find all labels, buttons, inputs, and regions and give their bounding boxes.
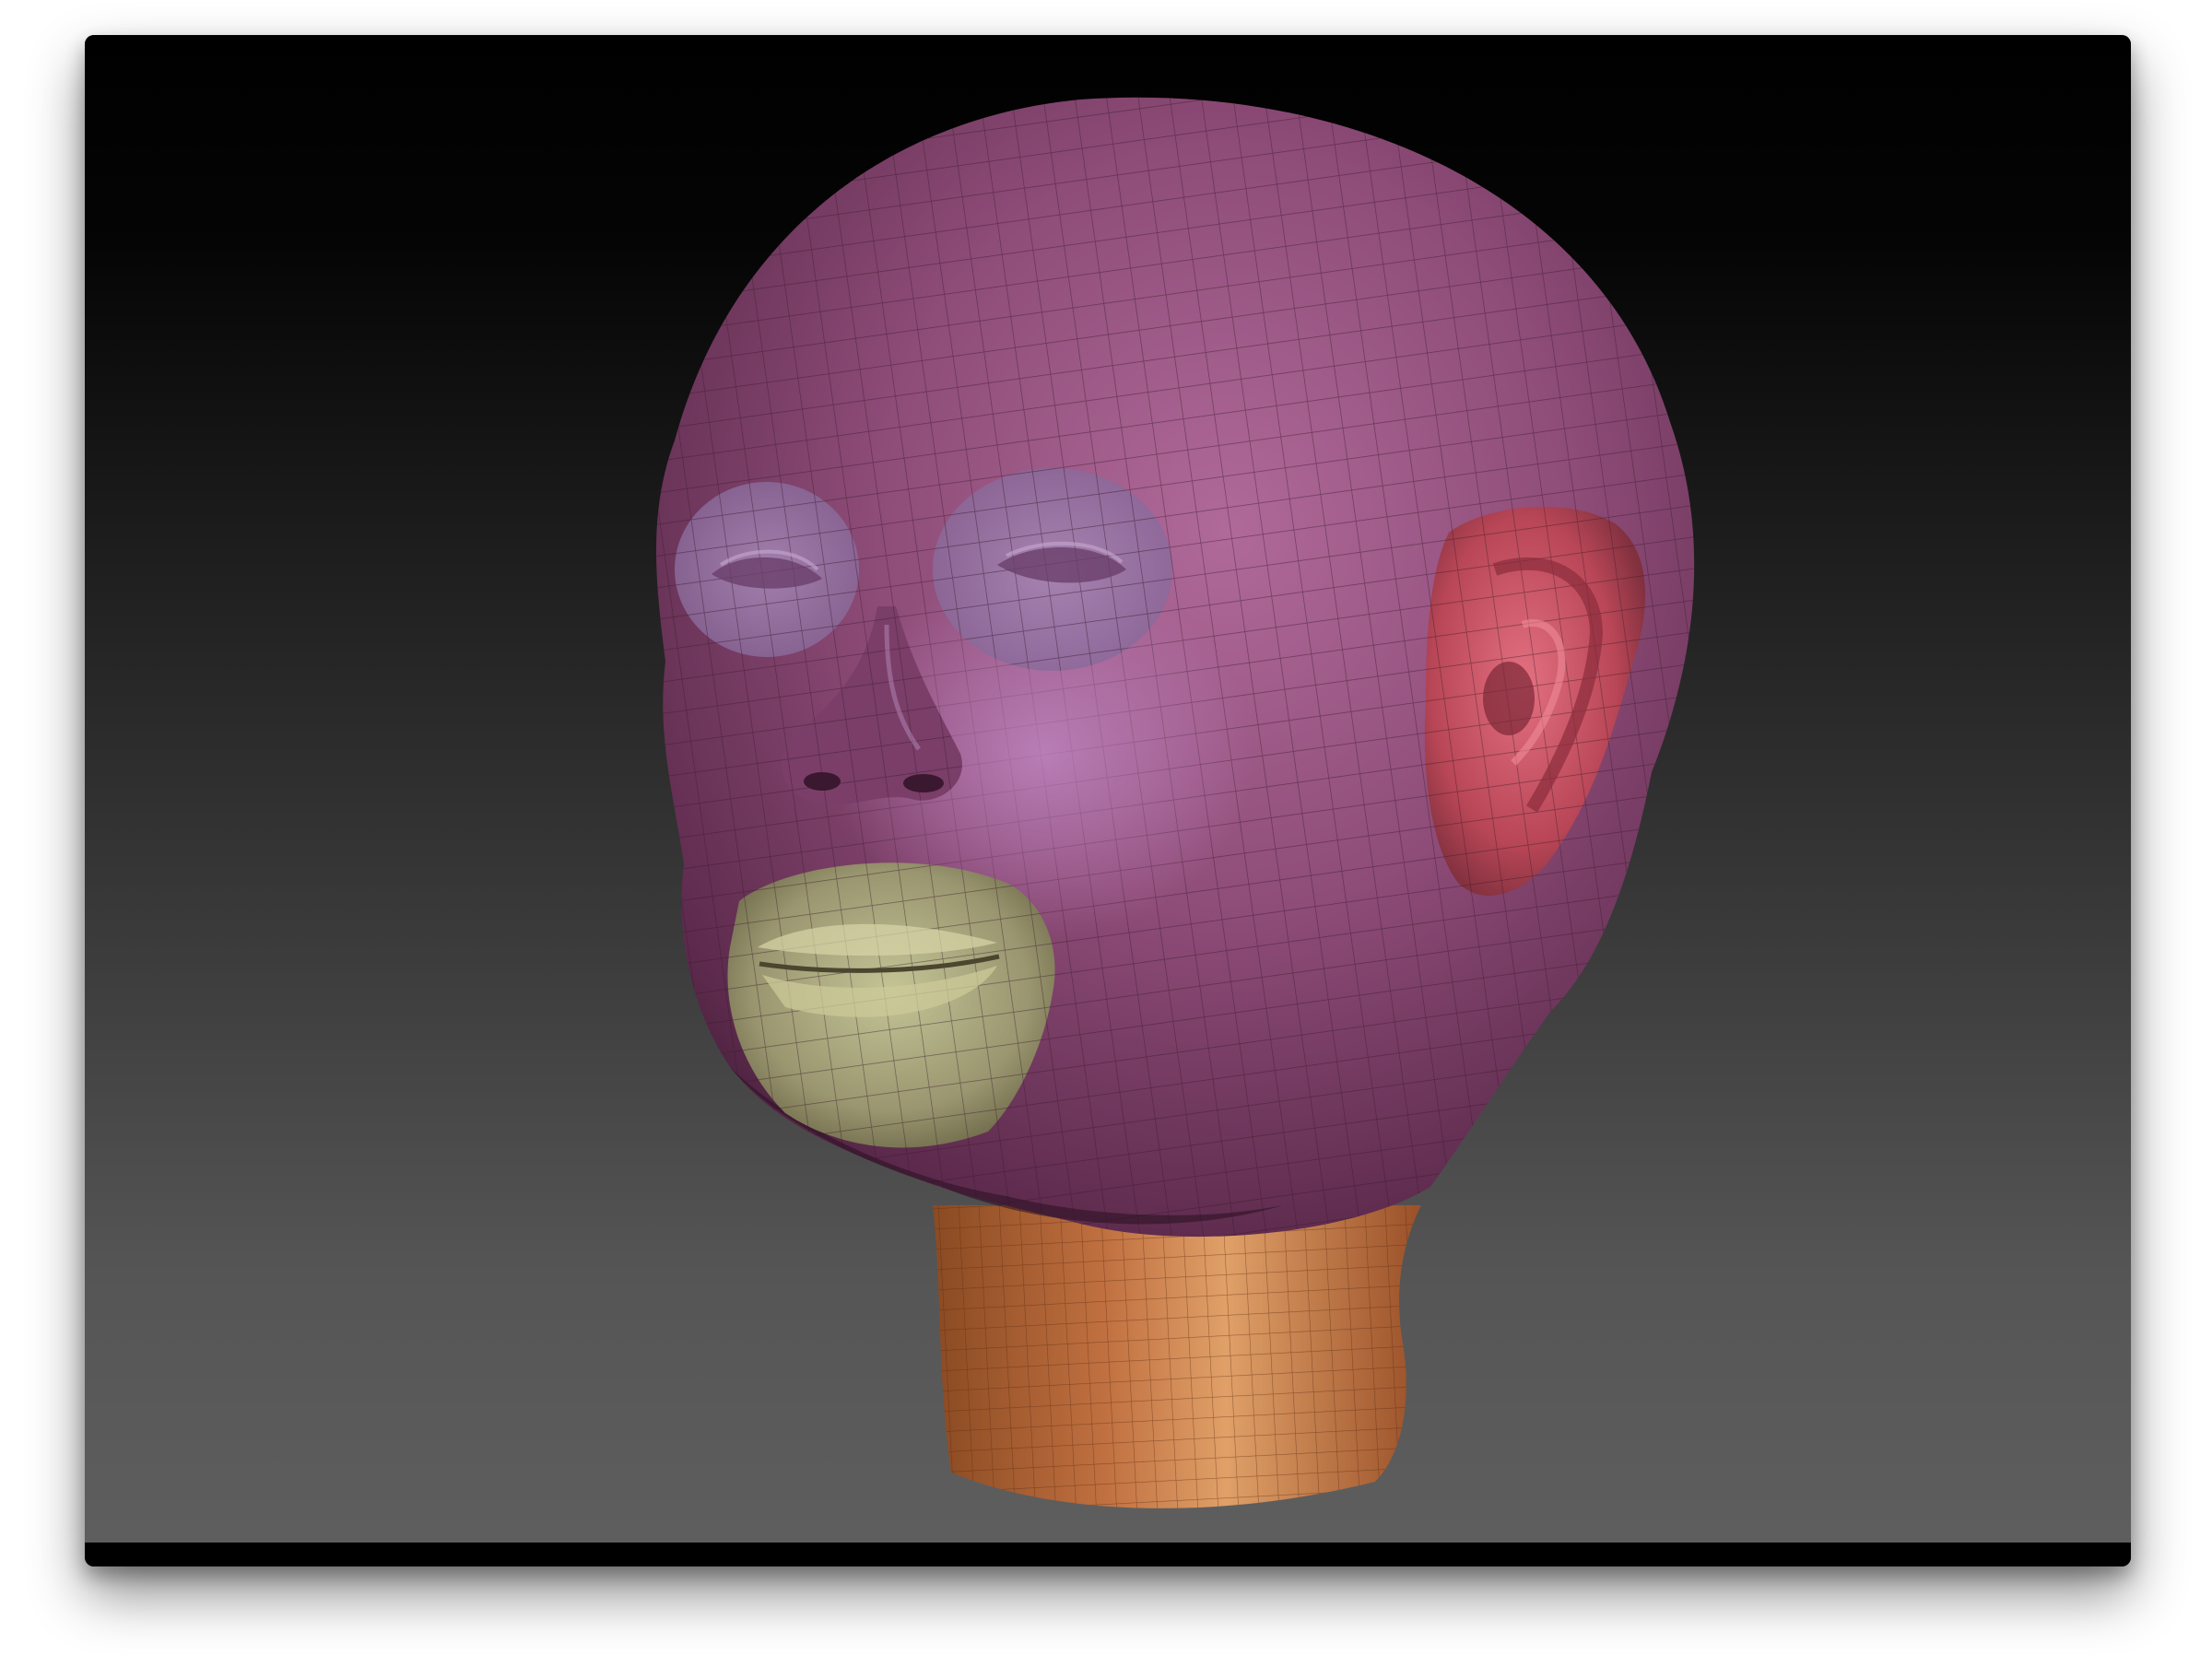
head-model-render	[656, 97, 1695, 1508]
3d-viewport[interactable]	[85, 35, 2131, 1543]
viewport-frame	[85, 35, 2131, 1566]
page	[0, 0, 2212, 1666]
neck-region	[933, 1205, 1421, 1508]
viewport-bottom-bar	[85, 1543, 2131, 1566]
